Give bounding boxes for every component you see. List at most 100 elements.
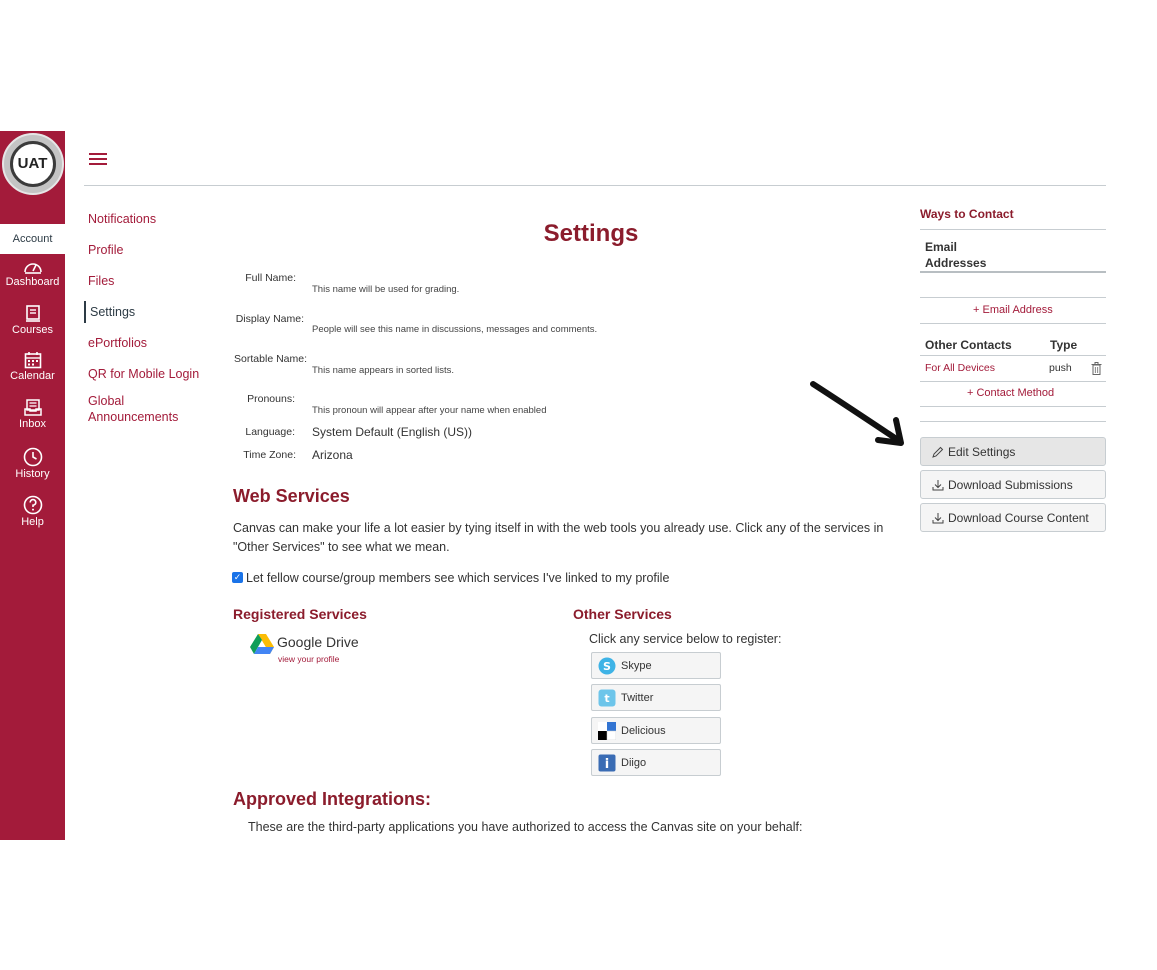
history-icon xyxy=(23,447,42,467)
logo-text: UAT xyxy=(9,140,56,187)
download-course-content-button[interactable]: Download Course Content xyxy=(920,503,1106,532)
divider xyxy=(920,323,1106,324)
edit-settings-label: Edit Settings xyxy=(948,444,1016,459)
nav-help[interactable]: Help xyxy=(0,495,65,543)
nav-inbox-label: Inbox xyxy=(19,418,46,430)
sortable-name-label: Sortable Name: xyxy=(234,353,307,365)
twitter-icon: t xyxy=(598,689,616,706)
email-heading-line1: Email xyxy=(925,240,958,254)
delicious-service-button[interactable]: Delicious xyxy=(591,717,721,744)
language-label: Language: xyxy=(245,426,295,438)
nav-history-label: History xyxy=(15,468,50,480)
nav-calendar[interactable]: Calendar xyxy=(0,351,65,399)
approved-integrations-text: These are the third-party applications y… xyxy=(248,820,803,834)
svg-text:i: i xyxy=(605,757,609,772)
contact-type: push xyxy=(1049,362,1072,374)
other-contacts-heading: Other Contacts xyxy=(925,338,1012,352)
skype-label: Skype xyxy=(621,659,652,672)
page-title: Settings xyxy=(543,220,639,247)
view-profile-link[interactable]: view your profile xyxy=(278,654,339,664)
menu-item-files[interactable]: Files xyxy=(84,270,214,292)
courses-icon xyxy=(25,305,40,322)
pronouns-label: Pronouns: xyxy=(247,393,295,405)
email-heading-line2: Addresses xyxy=(925,256,987,270)
global-nav: UAT Account Dashboard Courses Calendar I… xyxy=(0,131,65,840)
download-course-content-label: Download Course Content xyxy=(948,510,1089,525)
language-value: System Default (English (US)) xyxy=(312,425,473,439)
other-services-prompt: Click any service below to register: xyxy=(589,632,782,646)
time-zone-value: Arizona xyxy=(312,448,353,462)
divider xyxy=(920,229,1106,230)
nav-account[interactable]: Account xyxy=(0,224,65,254)
approved-integrations-heading: Approved Integrations: xyxy=(233,789,432,809)
pencil-icon xyxy=(932,446,944,458)
skype-service-button[interactable]: S Skype xyxy=(591,652,721,679)
ways-to-contact-heading: Ways to Contact xyxy=(920,207,1014,221)
share-services-label: Let fellow course/group members see whic… xyxy=(246,571,670,585)
arrow-annotation-icon xyxy=(810,381,904,446)
account-section-menu: Notifications Profile Files Settings ePo… xyxy=(84,208,214,428)
nav-history[interactable]: History xyxy=(0,447,65,495)
menu-item-eportfolios[interactable]: ePortfolios xyxy=(84,332,214,354)
email-addresses-heading: Email Addresses xyxy=(925,239,986,271)
download-icon xyxy=(932,479,944,490)
diigo-label: Diigo xyxy=(621,756,647,769)
divider xyxy=(920,406,1106,407)
divider xyxy=(920,421,1106,422)
divider xyxy=(920,271,1106,273)
dashboard-icon xyxy=(23,263,42,274)
contact-name-link[interactable]: For All Devices xyxy=(925,362,995,374)
delicious-label: Delicious xyxy=(621,724,666,737)
trash-icon[interactable] xyxy=(1091,362,1102,375)
twitter-service-button[interactable]: t Twitter xyxy=(591,684,721,711)
menu-item-notifications[interactable]: Notifications xyxy=(84,208,214,230)
menu-item-settings[interactable]: Settings xyxy=(84,301,214,323)
delicious-icon xyxy=(598,721,616,740)
google-drive-service-name: Google Drive xyxy=(277,634,359,650)
hamburger-menu-icon[interactable] xyxy=(89,153,107,166)
web-services-intro: Canvas can make your life a lot easier b… xyxy=(233,519,893,557)
share-services-checkbox[interactable]: ✓ xyxy=(232,572,243,583)
sortable-name-help: This name appears in sorted lists. xyxy=(312,365,455,376)
divider xyxy=(920,381,1106,382)
help-icon xyxy=(23,495,42,515)
header-divider xyxy=(84,185,1106,186)
display-name-help: People will see this name in discussions… xyxy=(312,324,598,335)
google-drive-icon xyxy=(250,634,274,654)
download-submissions-label: Download Submissions xyxy=(948,477,1073,492)
full-name-help: This name will be used for grading. xyxy=(312,284,460,295)
diigo-icon: i xyxy=(598,754,616,772)
type-heading: Type xyxy=(1050,338,1078,352)
nav-dashboard[interactable]: Dashboard xyxy=(0,259,65,307)
download-submissions-button[interactable]: Download Submissions xyxy=(920,470,1106,499)
edit-settings-button[interactable]: Edit Settings xyxy=(920,437,1106,466)
web-services-intro-line2: "Other Services" to see what we mean. xyxy=(233,540,450,554)
nav-courses-label: Courses xyxy=(12,324,53,336)
full-name-label: Full Name: xyxy=(245,272,296,284)
display-name-label: Display Name: xyxy=(235,313,304,325)
add-email-label: Email Address xyxy=(982,304,1053,316)
svg-text:t: t xyxy=(604,692,609,705)
menu-item-global-announcements[interactable]: Global Announcements xyxy=(84,390,214,428)
add-contact-label: Contact Method xyxy=(976,387,1055,399)
nav-calendar-label: Calendar xyxy=(10,370,55,382)
nav-dashboard-label: Dashboard xyxy=(5,276,60,288)
menu-item-qr-mobile-login[interactable]: QR for Mobile Login xyxy=(84,363,214,385)
diigo-service-button[interactable]: i Diigo xyxy=(591,749,721,776)
calendar-icon xyxy=(24,352,41,369)
add-contact-method-link[interactable]: + Contact Method xyxy=(967,387,1054,399)
twitter-label: Twitter xyxy=(621,691,654,704)
registered-services-heading: Registered Services xyxy=(233,606,367,622)
add-email-address-link[interactable]: + Email Address xyxy=(973,304,1053,316)
nav-courses[interactable]: Courses xyxy=(0,305,65,353)
inbox-icon xyxy=(23,399,42,416)
time-zone-label: Time Zone: xyxy=(243,449,296,461)
menu-item-profile[interactable]: Profile xyxy=(84,239,214,261)
nav-inbox[interactable]: Inbox xyxy=(0,399,65,447)
pronouns-help: This pronoun will appear after your name… xyxy=(312,405,547,416)
web-services-intro-line1: Canvas can make your life a lot easier b… xyxy=(233,521,884,535)
download-icon xyxy=(932,512,944,523)
institution-logo[interactable]: UAT xyxy=(0,131,65,196)
nav-help-label: Help xyxy=(21,516,44,528)
divider xyxy=(920,355,1106,356)
